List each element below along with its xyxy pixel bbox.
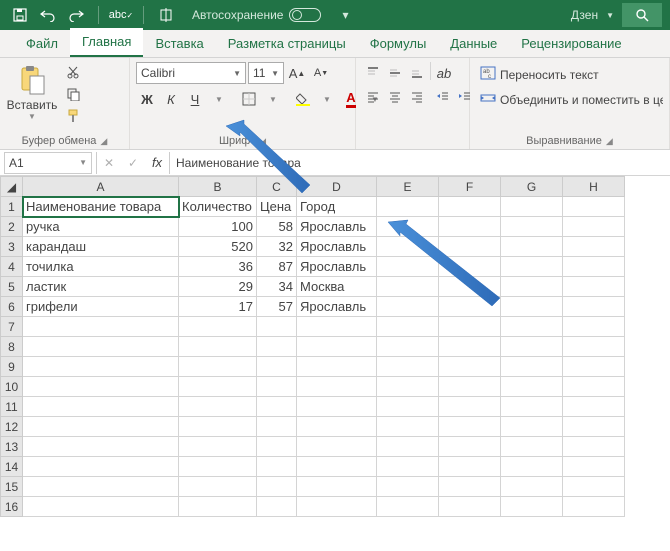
annotation-arrows: [0, 0, 670, 551]
